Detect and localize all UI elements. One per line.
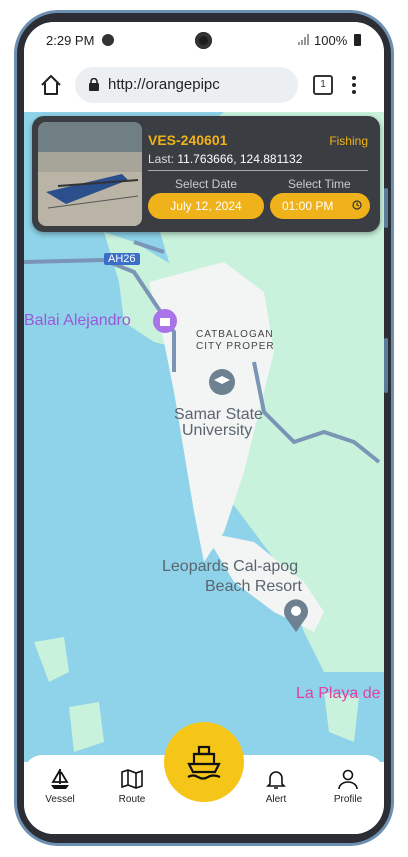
lock-icon xyxy=(89,78,99,91)
nav-route-label: Route xyxy=(118,794,146,805)
user-icon xyxy=(338,769,358,790)
last-position: Last: 11.763666, 124.881132 xyxy=(148,152,302,166)
sailboat-icon xyxy=(51,769,69,789)
url-text: http://orangepipc xyxy=(108,76,220,93)
select-time-label: Select Time xyxy=(288,177,351,191)
nav-alert-label: Alert xyxy=(265,794,287,805)
browser-toolbar: http://orangepipc 1 xyxy=(24,60,384,112)
last-position-label: Last: xyxy=(148,152,175,166)
last-position-coords: 11.763666, 124.881132 xyxy=(177,152,303,166)
home-icon[interactable] xyxy=(40,74,62,96)
more-menu-icon[interactable] xyxy=(349,73,359,97)
map-label-leopards[interactable]: Leopards Cal-apog xyxy=(162,558,298,576)
nav-vessel-label: Vessel xyxy=(45,794,75,805)
map-label-university[interactable]: University xyxy=(182,422,252,440)
tabs-button[interactable]: 1 xyxy=(313,75,333,95)
road-label: AH26 xyxy=(104,253,140,265)
nav-profile[interactable]: Profile xyxy=(323,767,373,817)
vessel-status-badge: Fishing xyxy=(329,134,368,148)
screen: 2:29 PM 100% http://orangepipc 1 AH26 Ba… xyxy=(24,22,384,834)
clock-icon xyxy=(352,200,362,210)
select-date-label: Select Date xyxy=(175,177,238,191)
resort-pin-icon[interactable] xyxy=(282,598,310,632)
map-label-la-playa[interactable]: La Playa de xyxy=(296,685,381,703)
map-label-city-proper: CITY PROPER xyxy=(196,341,275,352)
power-button xyxy=(384,338,388,393)
battery-icon xyxy=(354,34,361,46)
nav-vessel[interactable]: Vessel xyxy=(35,767,85,817)
landmark-pin-icon[interactable] xyxy=(152,308,178,334)
map-label-catbalogan: CATBALOGAN xyxy=(196,329,274,340)
nav-route[interactable]: Route xyxy=(107,767,157,817)
spotify-icon xyxy=(102,34,114,46)
vessel-photo xyxy=(38,122,142,226)
nav-alert[interactable]: Alert xyxy=(251,767,301,817)
address-bar[interactable]: http://orangepipc xyxy=(75,67,298,103)
nav-profile-label: Profile xyxy=(333,794,363,805)
front-camera xyxy=(195,32,212,49)
vessel-info-card: VES-240601 Fishing Last: 11.763666, 124.… xyxy=(32,116,380,232)
ship-icon xyxy=(187,745,221,780)
status-time: 2:29 PM xyxy=(46,33,95,48)
bell-icon xyxy=(266,771,286,789)
status-bar: 2:29 PM 100% xyxy=(24,22,384,60)
school-pin-icon[interactable] xyxy=(208,368,236,396)
ship-fab-button[interactable] xyxy=(164,722,244,802)
vessel-id: VES-240601 xyxy=(148,132,228,148)
time-picker-button[interactable]: 01:00 PM xyxy=(270,193,370,219)
map-label-beach-resort[interactable]: Beach Resort xyxy=(205,578,302,596)
map-label-balai-alejandro[interactable]: Balai Alejandro xyxy=(24,312,131,330)
time-value: 01:00 PM xyxy=(282,199,334,213)
date-picker-button[interactable]: July 12, 2024 xyxy=(148,193,264,219)
volume-button xyxy=(384,188,388,228)
map-icon xyxy=(121,769,143,789)
battery-percent: 100% xyxy=(314,33,348,48)
signal-icon xyxy=(298,34,309,45)
card-divider xyxy=(148,170,368,171)
